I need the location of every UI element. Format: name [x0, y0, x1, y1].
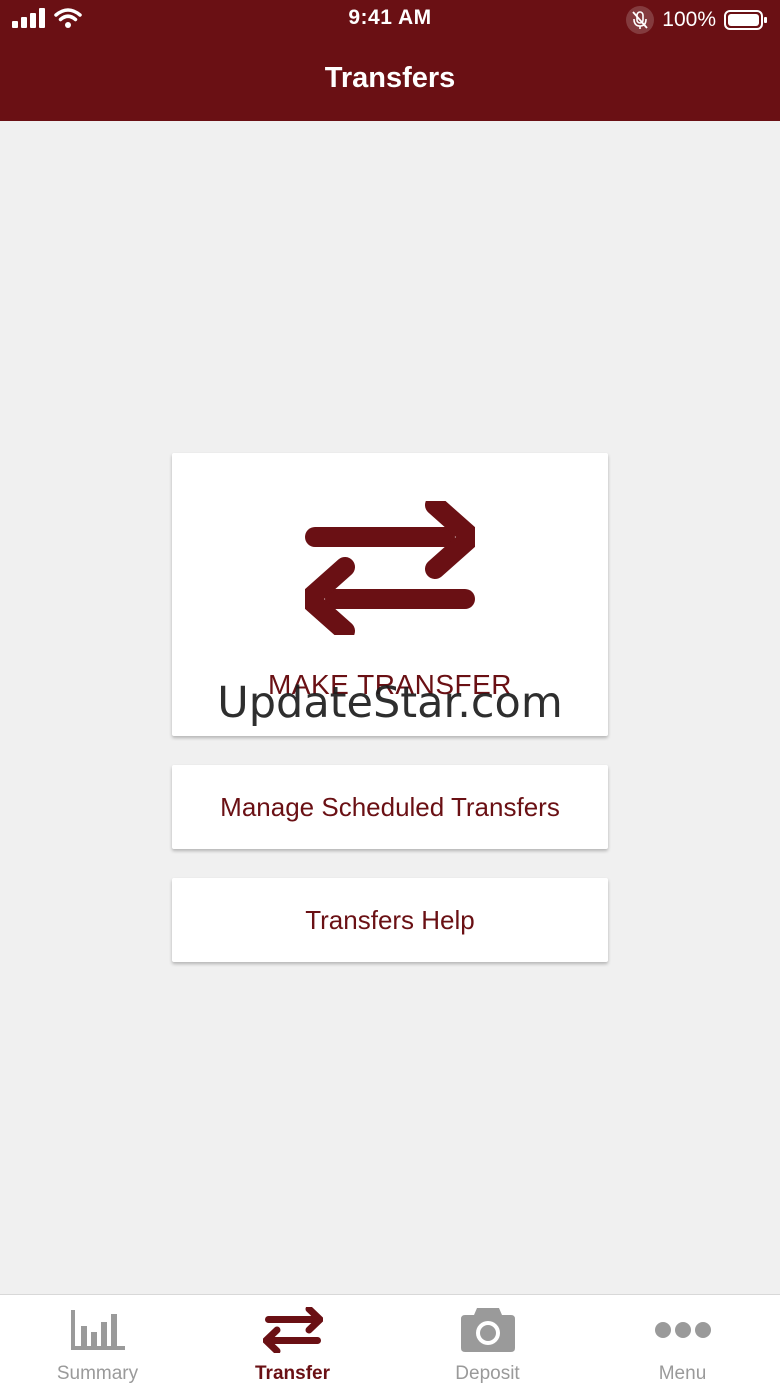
- tab-deposit[interactable]: Deposit: [390, 1295, 585, 1388]
- bottom-tab-bar: Summary Transfer Deposit Menu: [0, 1294, 780, 1388]
- bar-chart-icon: [70, 1310, 125, 1350]
- make-transfer-card[interactable]: MAKE TRANSFER UpdateStar.com: [172, 453, 608, 736]
- mute-mic-icon: [626, 6, 655, 34]
- camera-icon: [460, 1308, 515, 1352]
- tab-summary-label: Summary: [56, 1363, 139, 1384]
- battery-percentage: 100%: [662, 8, 716, 31]
- manage-scheduled-transfers-button[interactable]: Manage Scheduled Transfers: [172, 765, 608, 849]
- page-title: Transfers: [324, 62, 456, 94]
- more-dots-icon: [654, 1322, 711, 1338]
- transfers-help-button[interactable]: Transfers Help: [172, 878, 608, 962]
- tab-menu-label: Menu: [658, 1363, 707, 1384]
- tab-transfer[interactable]: Transfer: [195, 1295, 390, 1388]
- tab-transfer-label: Transfer: [255, 1363, 330, 1384]
- watermark-text: UpdateStar.com: [217, 678, 563, 728]
- transfer-arrows-icon: [305, 501, 475, 635]
- battery-icon: [724, 10, 767, 30]
- tab-summary[interactable]: Summary: [0, 1295, 195, 1388]
- tab-menu[interactable]: Menu: [585, 1295, 780, 1388]
- status-right: 100%: [626, 6, 768, 34]
- tab-deposit-label: Deposit: [455, 1363, 520, 1384]
- transfer-arrows-icon: [262, 1307, 323, 1353]
- top-app-bar: 9:41 AM 100% Transfers: [0, 0, 780, 121]
